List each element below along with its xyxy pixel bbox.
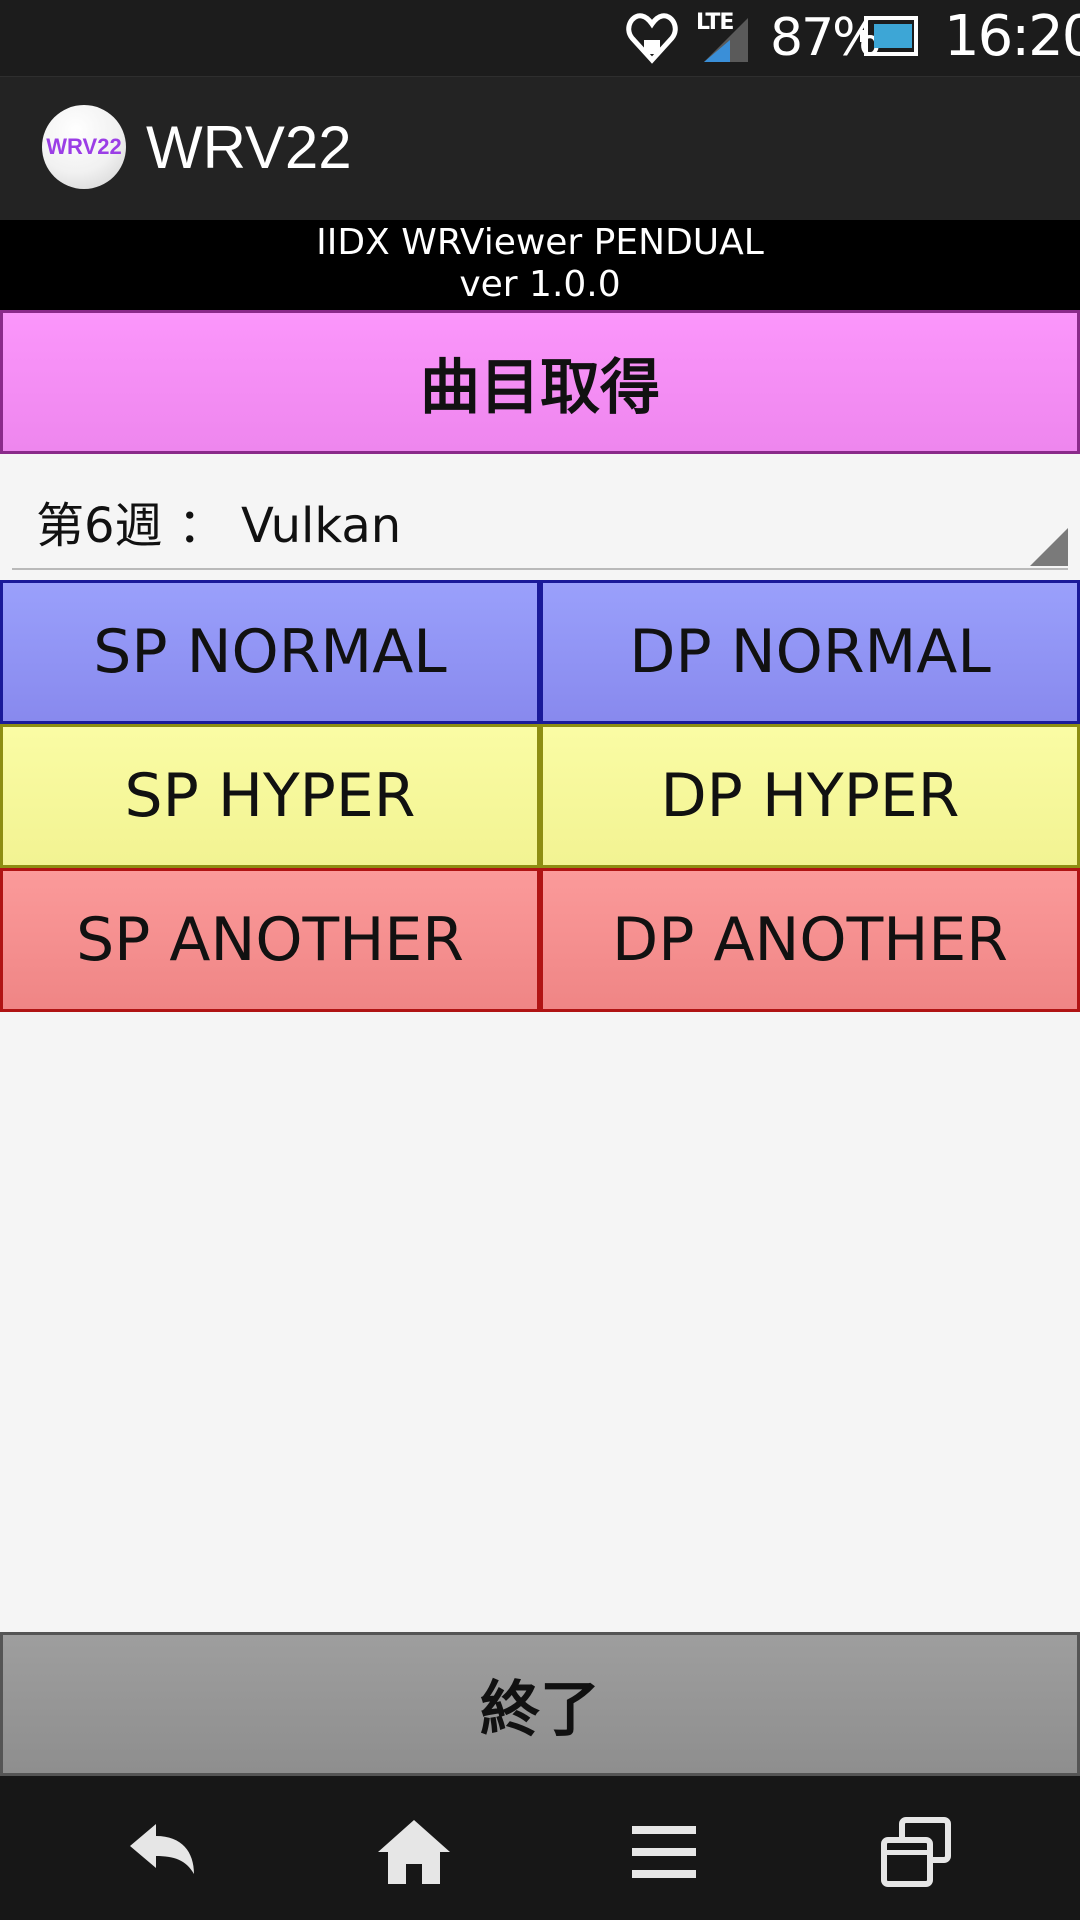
navigation-bar (0, 1776, 1080, 1920)
battery-icon (860, 16, 918, 56)
banner-title: IIDX WRViewer PENDUAL (316, 222, 764, 263)
menu-icon[interactable] (624, 1816, 704, 1888)
dp-normal-button[interactable]: DP NORMAL (540, 580, 1080, 724)
back-icon[interactable] (122, 1816, 202, 1888)
sp-hyper-button[interactable]: SP HYPER (0, 724, 540, 868)
heart-notification-icon (626, 13, 678, 64)
fetch-songs-button[interactable]: 曲目取得 (0, 310, 1080, 454)
dp-another-button[interactable]: DP ANOTHER (540, 868, 1080, 1012)
sp-another-button[interactable]: SP ANOTHER (0, 868, 540, 1012)
action-bar: WRV22 WRV22 (0, 76, 1080, 221)
banner-version: ver 1.0.0 (459, 264, 621, 305)
app-title: WRV22 (146, 114, 352, 181)
status-bar: LTE 87% 16:20 (0, 0, 1080, 76)
app-logo[interactable]: WRV22 (42, 105, 126, 189)
dropdown-arrow-icon (1030, 528, 1068, 566)
recents-icon[interactable] (876, 1816, 956, 1888)
exit-button[interactable]: 終了 (0, 1632, 1080, 1776)
week-spinner-value: 第6週 ： Vulkan (36, 498, 402, 554)
clock: 16:20 (944, 4, 1080, 69)
week-spinner[interactable]: 第6週 ： Vulkan (12, 476, 1068, 570)
app-banner: IIDX WRViewer PENDUAL ver 1.0.0 (0, 220, 1080, 310)
sp-normal-button[interactable]: SP NORMAL (0, 580, 540, 724)
home-icon[interactable] (374, 1816, 454, 1888)
dp-hyper-button[interactable]: DP HYPER (540, 724, 1080, 868)
signal-icon (704, 18, 748, 62)
app-logo-text: WRV22 (46, 134, 122, 159)
